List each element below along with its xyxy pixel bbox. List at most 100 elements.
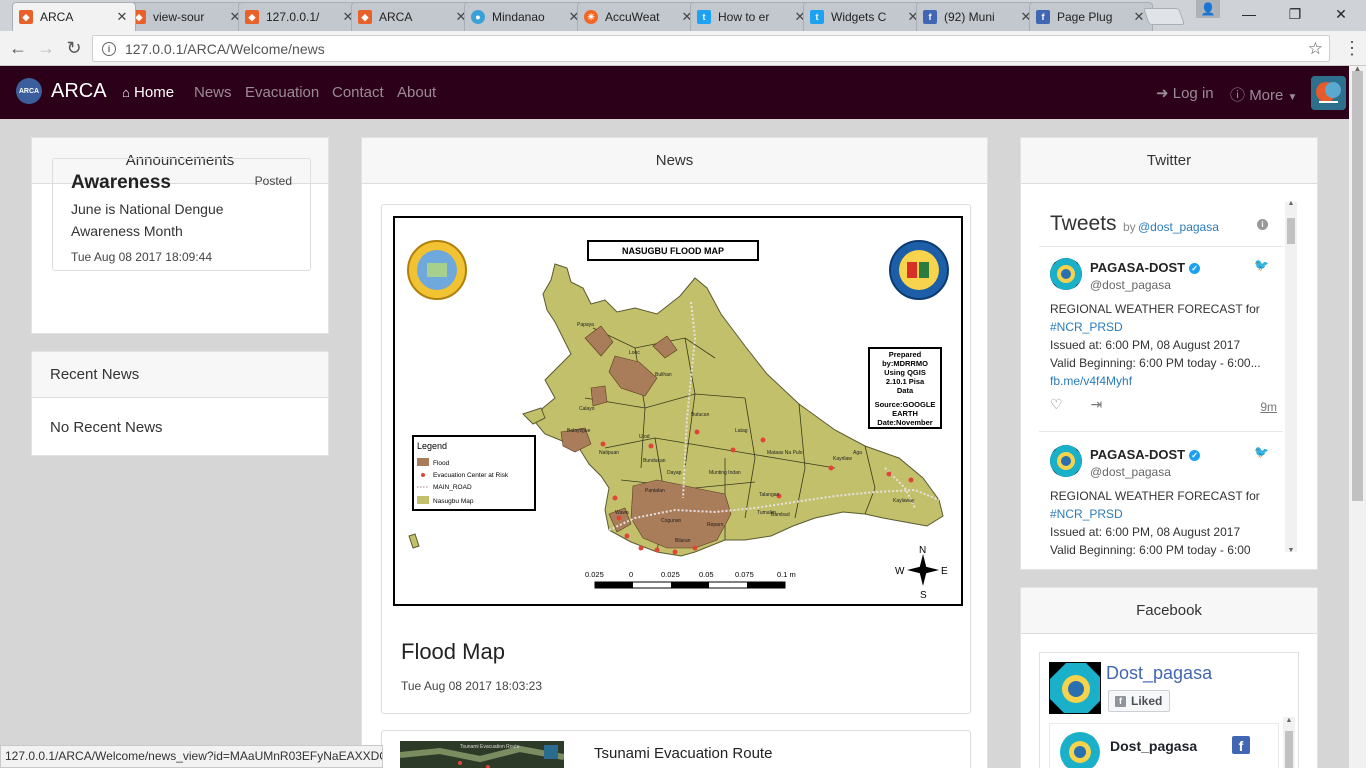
facebook-post-author[interactable]: Dost_pagasa — [1110, 738, 1197, 754]
tab-arca-2[interactable]: ◆ ARCA ✕ — [351, 2, 475, 31]
nav-home[interactable]: ⌂ Home — [122, 84, 174, 101]
nav-login[interactable]: ➜ Log in — [1156, 84, 1214, 102]
pagasa-avatar — [1050, 445, 1082, 477]
like-heart-icon[interactable]: ♡ — [1050, 396, 1063, 412]
facebook-scrollbar[interactable]: ▲ — [1283, 717, 1295, 768]
pagasa-page-logo[interactable] — [1049, 662, 1101, 714]
back-icon[interactable]: ← — [6, 37, 30, 59]
verified-badge-icon: ✓ — [1189, 263, 1201, 274]
twitter-bird-icon[interactable]: 🐦 — [1254, 258, 1269, 272]
svg-text:Talangan: Talangan — [759, 492, 780, 498]
nav-news[interactable]: News — [194, 84, 232, 101]
tweet-author-handle[interactable]: @dost_pagasa — [1090, 278, 1171, 292]
address-bar[interactable]: i 127.0.0.1/ARCA/Welcome/news ☆ — [92, 35, 1330, 62]
twitter-scrollbar[interactable]: ▲ ▼ — [1285, 200, 1297, 554]
tweets-handle-link[interactable]: @dost_pagasa — [1138, 220, 1219, 234]
info-icon[interactable]: i — [1257, 219, 1268, 230]
tab-arca-active[interactable]: ◆ ARCA ✕ — [12, 2, 136, 31]
minimize-icon[interactable]: — — [1226, 0, 1272, 28]
facebook-post-card[interactable]: Dost_pagasa f — [1049, 723, 1279, 768]
nav-more[interactable]: ⓘ More ▼ — [1230, 84, 1297, 105]
tweet-author-name[interactable]: PAGASA-DOST ✓ — [1090, 447, 1201, 462]
svg-text:Looc: Looc — [629, 350, 640, 356]
restore-icon[interactable]: ❐ — [1272, 0, 1318, 28]
tab-localhost[interactable]: ◆ 127.0.0.1/ ✕ — [238, 2, 362, 31]
profile-icon[interactable]: 👤 — [1196, 0, 1220, 18]
news-item-title[interactable]: Tsunami Evacuation Route — [594, 745, 772, 762]
tweets-title: Tweets — [1050, 212, 1117, 235]
page-scrollbar[interactable]: ▲ — [1349, 64, 1366, 768]
flood-map-image[interactable]: NASUGBU FLOOD MAP Papaya Looc Bulihan Bu… — [393, 216, 963, 606]
tab-facebook-pageplugin[interactable]: f Page Plug ✕ — [1029, 2, 1153, 31]
svg-text:Reparo: Reparo — [707, 522, 724, 528]
news-item-title[interactable]: Flood Map — [401, 639, 505, 665]
news-item-card[interactable]: Tsunami Evacuation Route Tsunami Evacuat… — [381, 730, 971, 768]
facebook-scrollbar-thumb[interactable] — [1285, 731, 1293, 768]
tab-close-icon[interactable]: ✕ — [115, 9, 129, 25]
svg-text:Data: Data — [897, 386, 914, 395]
info-icon[interactable]: i — [102, 41, 116, 56]
tweet-hashtag[interactable]: #NCR_PRSD — [1050, 318, 1278, 336]
twitter-bird-icon[interactable]: 🐦 — [1254, 445, 1269, 459]
facebook-icon[interactable]: f — [1232, 736, 1250, 754]
tab-title: Widgets C — [831, 10, 887, 24]
home-icon: ⌂ — [122, 85, 130, 100]
tweet-timestamp[interactable]: 9m — [1260, 400, 1277, 414]
svg-text:Aga: Aga — [853, 450, 862, 456]
forward-icon[interactable]: → — [34, 37, 58, 59]
facebook-icon: f — [1036, 10, 1050, 24]
nav-login-label: Log in — [1172, 85, 1214, 102]
tsunami-route-thumbnail[interactable]: Tsunami Evacuation Route — [399, 741, 565, 768]
brand[interactable]: ARCA ARCA — [16, 78, 107, 104]
pagasa-avatar — [1060, 732, 1100, 768]
svg-text:Butucan: Butucan — [691, 412, 710, 418]
tab-view-source[interactable]: ◆ view-sour ✕ — [125, 2, 249, 31]
tweet-card[interactable]: PAGASA-DOST ✓ @dost_pagasa 🐦 REGIONAL WEA… — [1039, 433, 1283, 570]
mdrrmo-seal-icon — [889, 240, 949, 300]
browser-toolbar: ← → ↻ i 127.0.0.1/ARCA/Welcome/news ☆ ⋮ — [0, 31, 1366, 66]
svg-text:Pantalan: Pantalan — [645, 488, 665, 494]
twitter-scrollbar-thumb[interactable] — [1287, 218, 1295, 244]
tweet-card[interactable]: PAGASA-DOST ✓ @dost_pagasa 🐦 REGIONAL WEA… — [1039, 246, 1283, 432]
tweet-hashtag[interactable]: #NCR_PRSD — [1050, 505, 1278, 523]
user-avatar[interactable] — [1311, 76, 1346, 110]
tab-accuweather[interactable]: ☀ AccuWeat ✕ — [577, 2, 701, 31]
svg-text:Nasugbu Map: Nasugbu Map — [433, 498, 474, 505]
scroll-down-arrow-icon[interactable]: ▼ — [1285, 547, 1297, 554]
page-scrollbar-thumb[interactable] — [1352, 71, 1363, 501]
tab-mindanao[interactable]: ● Mindanao ✕ — [464, 2, 588, 31]
window-close-icon[interactable]: ✕ — [1318, 0, 1364, 28]
scroll-up-arrow-icon[interactable]: ▲ — [1285, 200, 1297, 207]
bookmark-star-icon[interactable]: ☆ — [1308, 39, 1323, 59]
facebook-icon: f — [1115, 695, 1126, 707]
tweet-actions: ♡ ⇥ — [1050, 396, 1102, 413]
share-icon[interactable]: ⇥ — [1090, 396, 1102, 412]
tab-title: Mindanao — [492, 10, 545, 24]
new-tab-button[interactable] — [1142, 8, 1186, 25]
svg-text:MAIN_ROAD: MAIN_ROAD — [433, 484, 472, 491]
svg-text:Tsunami Evacuation Route: Tsunami Evacuation Route — [460, 744, 520, 750]
tab-twitter-widgets[interactable]: t Widgets C ✕ — [803, 2, 927, 31]
tweet-author-handle[interactable]: @dost_pagasa — [1090, 465, 1171, 479]
news-item-card[interactable]: NASUGBU FLOOD MAP Papaya Looc Bulihan Bu… — [381, 204, 971, 714]
nav-about[interactable]: About — [397, 84, 436, 101]
nav-contact[interactable]: Contact — [332, 84, 384, 101]
tab-twitter-howto[interactable]: t How to er ✕ — [690, 2, 814, 31]
svg-text:0: 0 — [629, 570, 633, 579]
announcement-card[interactable]: Awareness Posted June is National Dengue… — [52, 158, 311, 271]
nav-evacuation[interactable]: Evacuation — [245, 84, 319, 101]
news-heading: News — [362, 138, 987, 184]
svg-text:0.05: 0.05 — [699, 570, 714, 579]
scroll-up-arrow-icon[interactable]: ▲ — [1283, 717, 1295, 724]
tweet-author-name[interactable]: PAGASA-DOST ✓ — [1090, 260, 1201, 275]
svg-text:W: W — [895, 566, 905, 577]
facebook-page-name[interactable]: Dost_pagasa — [1106, 663, 1212, 684]
svg-text:Mataas Na Pulo: Mataas Na Pulo — [767, 450, 803, 456]
tab-facebook-muni[interactable]: f (92) Muni ✕ — [916, 2, 1040, 31]
tweet-link[interactable]: fb.me/v4f4Myhf — [1050, 372, 1278, 390]
svg-text:S: S — [920, 590, 927, 601]
reload-icon[interactable]: ↻ — [62, 37, 86, 59]
browser-menu-icon[interactable]: ⋮ — [1342, 37, 1362, 59]
news-panel: News NASUGBU FLOOD MAP Papaya Looc Bulih… — [361, 137, 988, 768]
facebook-liked-button[interactable]: f Liked — [1108, 690, 1170, 712]
